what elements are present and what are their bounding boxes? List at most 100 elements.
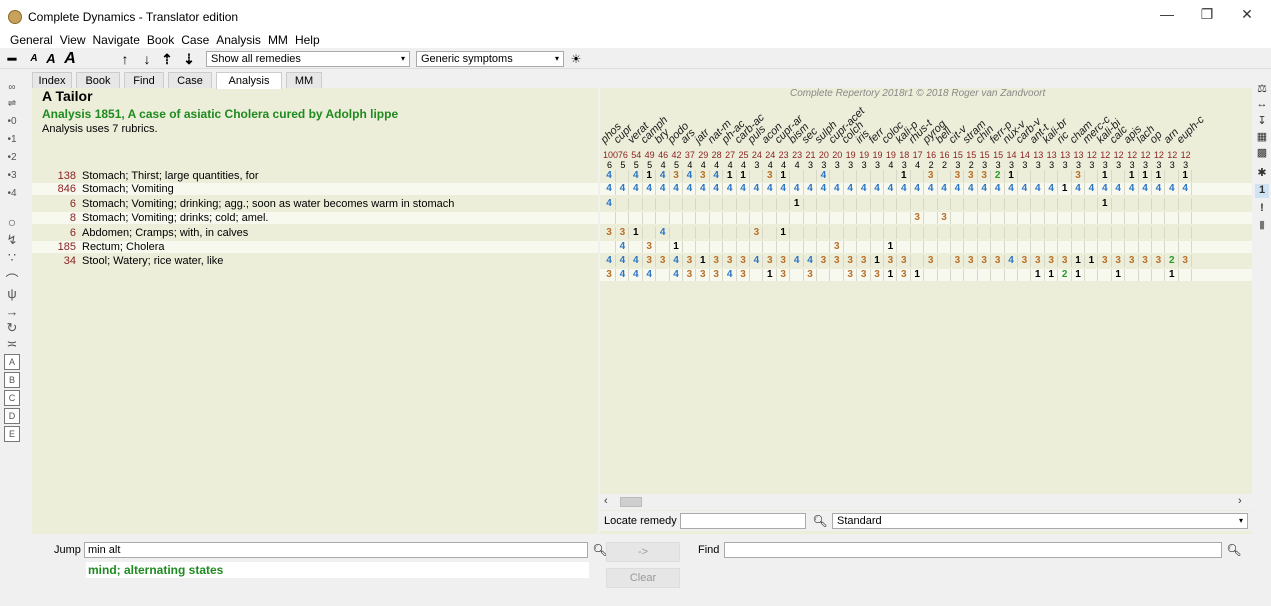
grid-cell[interactable] xyxy=(710,198,724,210)
grid-cell[interactable] xyxy=(1018,198,1032,210)
menu-help[interactable]: Help xyxy=(291,32,323,48)
rubric-row[interactable]: 6 Stomach; Vomiting; drinking; agg.; soon… xyxy=(32,198,598,210)
font-small-icon[interactable]: A xyxy=(28,50,40,68)
grid-cell[interactable]: 4 xyxy=(817,170,831,182)
font-large-icon[interactable]: A xyxy=(62,50,78,68)
grid-cell[interactable]: 4 xyxy=(1072,183,1085,195)
grid-cell[interactable] xyxy=(764,198,777,210)
grid-cell[interactable]: 3 xyxy=(603,269,616,281)
grid-cell[interactable] xyxy=(764,241,777,253)
grid-cell[interactable] xyxy=(898,241,911,253)
star-icon[interactable]: ✱ xyxy=(1255,166,1269,180)
grid-cell[interactable] xyxy=(1085,198,1099,210)
grid-cell[interactable] xyxy=(1072,212,1085,224)
grid-cell[interactable]: 4 xyxy=(737,183,750,195)
grid-cell[interactable] xyxy=(603,212,616,224)
grid-cell[interactable] xyxy=(871,170,884,182)
grid-cell[interactable]: 1 xyxy=(1112,269,1126,281)
grid-cell[interactable] xyxy=(750,212,764,224)
grid-cell[interactable] xyxy=(871,227,884,239)
grid-cell[interactable]: 4 xyxy=(791,183,804,195)
grid-cell[interactable]: 3 xyxy=(1112,255,1126,267)
grid-cell[interactable] xyxy=(791,227,804,239)
grid-cell[interactable] xyxy=(697,198,710,210)
grid-cell[interactable] xyxy=(1085,212,1099,224)
grid-cell[interactable] xyxy=(657,269,670,281)
grid-cell[interactable] xyxy=(938,227,951,239)
grid-cell[interactable]: 1 xyxy=(1152,170,1166,182)
grid-cell[interactable]: 4 xyxy=(1139,183,1152,195)
arrow-up-skip-icon[interactable]: ⇡ xyxy=(160,50,174,68)
grid-cell[interactable] xyxy=(1126,269,1139,281)
grid-cell[interactable] xyxy=(1166,198,1179,210)
grid-cell[interactable]: 3 xyxy=(884,255,898,267)
grid-cell[interactable]: 1 xyxy=(670,241,683,253)
grid-cell[interactable]: 4 xyxy=(992,183,1005,195)
grid-cell[interactable] xyxy=(844,198,858,210)
jump-to-input[interactable]: min alt xyxy=(84,542,588,558)
link-icon[interactable]: ∞ xyxy=(4,82,20,98)
tab-book[interactable]: Book xyxy=(76,72,120,88)
grid-cell[interactable]: 3 xyxy=(938,212,951,224)
arrow-up-icon[interactable]: ↑ xyxy=(118,50,132,68)
grid-cell[interactable]: 3 xyxy=(697,170,710,182)
grid-cell[interactable]: 4 xyxy=(616,241,630,253)
grid-cell[interactable] xyxy=(938,241,951,253)
locate-remedy-input[interactable] xyxy=(680,513,806,529)
remedy-filter-select[interactable]: Show all remedies ▾ xyxy=(206,51,410,67)
grid-cell[interactable] xyxy=(844,241,858,253)
grid-cell[interactable]: 4 xyxy=(670,269,683,281)
grid-cell[interactable]: 4 xyxy=(817,183,831,195)
grid-cell[interactable]: 4 xyxy=(643,269,657,281)
grid-cell[interactable] xyxy=(724,212,737,224)
grid-cell[interactable] xyxy=(710,241,724,253)
grid-cell[interactable] xyxy=(697,241,710,253)
grid-cell[interactable] xyxy=(1045,227,1059,239)
grid-cell[interactable] xyxy=(992,198,1005,210)
grid-cell[interactable] xyxy=(1005,227,1018,239)
grid-cell[interactable]: 1 xyxy=(630,227,643,239)
grid-cell[interactable] xyxy=(1072,198,1085,210)
grid-cell[interactable]: 4 xyxy=(616,183,630,195)
grid-cell[interactable] xyxy=(1032,227,1045,239)
grid-cell[interactable] xyxy=(657,198,670,210)
grid-cell[interactable]: 4 xyxy=(938,183,951,195)
grid-cell[interactable] xyxy=(1179,227,1193,239)
grid-cell[interactable]: 3 xyxy=(844,255,858,267)
grid-cell[interactable] xyxy=(898,227,911,239)
rubric-row[interactable]: 138 Stomach; Thirst; large quantities, fo… xyxy=(32,170,598,182)
grid-cell[interactable]: 4 xyxy=(1112,183,1126,195)
grid-cell[interactable] xyxy=(951,212,965,224)
grid-cell[interactable]: 4 xyxy=(1005,183,1018,195)
grid-cell[interactable] xyxy=(911,255,925,267)
grid-cell[interactable] xyxy=(683,241,697,253)
grid-cell[interactable] xyxy=(1085,241,1099,253)
arrow-right-icon[interactable]: → xyxy=(4,304,20,320)
grid-cell[interactable]: 1 xyxy=(898,170,911,182)
grid-cell[interactable]: 4 xyxy=(1126,183,1139,195)
grid-cell[interactable] xyxy=(657,212,670,224)
grid-cell[interactable] xyxy=(1179,198,1193,210)
grid-cell[interactable] xyxy=(992,241,1005,253)
grid-cell[interactable]: 4 xyxy=(884,183,898,195)
grid-cell[interactable] xyxy=(804,241,817,253)
grid-cell[interactable]: 4 xyxy=(616,269,630,281)
grid-cell[interactable] xyxy=(1152,227,1166,239)
grid-cell[interactable]: 4 xyxy=(925,183,938,195)
grid-cell[interactable] xyxy=(643,227,657,239)
grid-cell[interactable] xyxy=(1112,227,1126,239)
grid-cell[interactable]: 1 xyxy=(737,170,750,182)
grid-cell[interactable]: 4 xyxy=(978,183,992,195)
grid-cell[interactable] xyxy=(1152,212,1166,224)
grid-cell[interactable] xyxy=(858,241,871,253)
grid-cell[interactable]: 3 xyxy=(858,255,871,267)
grid-cell[interactable] xyxy=(1166,241,1179,253)
grid-cell[interactable]: 2 xyxy=(992,170,1005,182)
grid-cell[interactable] xyxy=(978,198,992,210)
grid-cell[interactable] xyxy=(831,170,844,182)
grid-cell[interactable]: 1 xyxy=(777,227,791,239)
grid-cell[interactable] xyxy=(1139,227,1152,239)
grid-cell[interactable] xyxy=(1166,170,1179,182)
grid-cell[interactable] xyxy=(1059,212,1072,224)
search-icon[interactable]: 🔍︎ xyxy=(812,513,828,529)
